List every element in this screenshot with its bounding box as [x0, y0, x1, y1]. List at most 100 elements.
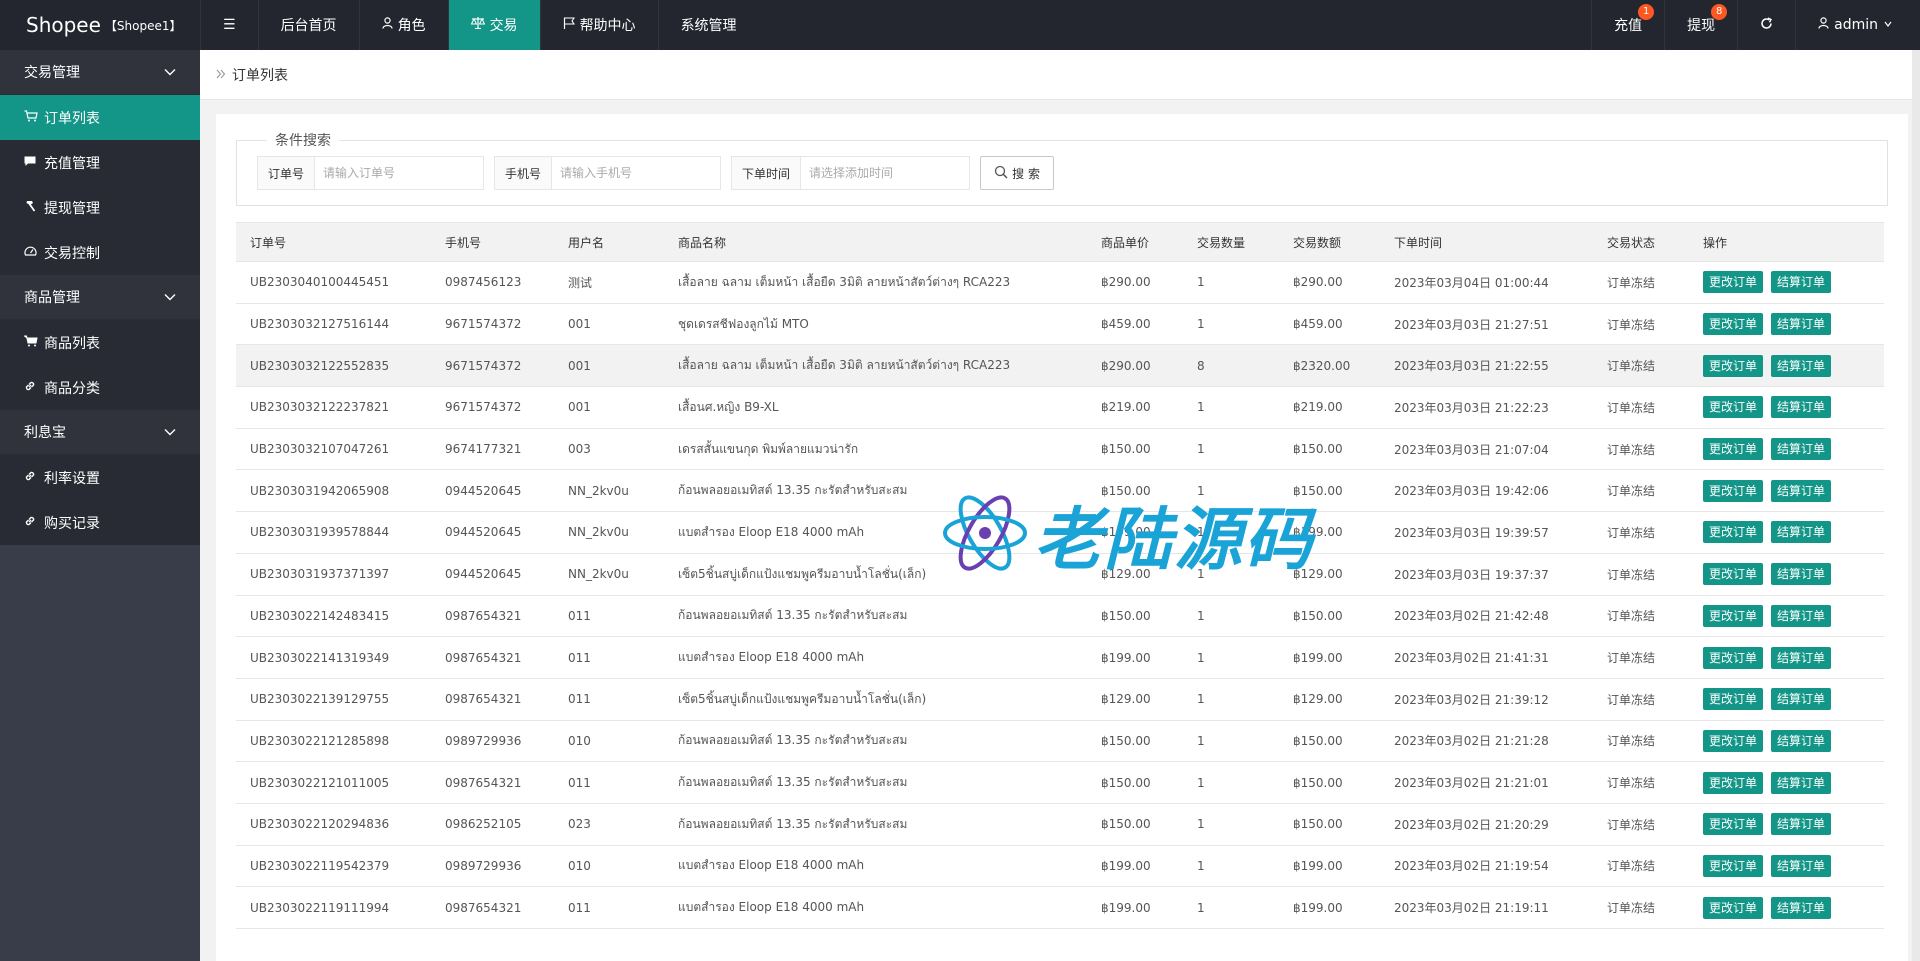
edit-order-button[interactable]: 更改订单 — [1703, 604, 1764, 627]
edit-order-button[interactable]: 更改订单 — [1703, 813, 1764, 836]
table-cell: UB2303022139129755 — [236, 678, 431, 721]
order-number-input[interactable] — [315, 157, 484, 189]
column-header: 交易数量 — [1183, 222, 1279, 262]
table-cell: 2023年03月02日 21:41:31 — [1380, 636, 1593, 679]
settle-order-button[interactable]: 结算订单 — [1771, 521, 1832, 544]
settle-order-button[interactable]: 结算订单 — [1771, 688, 1832, 711]
phone-input[interactable] — [552, 157, 721, 189]
actions-cell: 更改订单 结算订单 — [1689, 511, 1884, 554]
withdraw-link[interactable]: 提现 8 — [1664, 0, 1737, 50]
edit-order-button[interactable]: 更改订单 — [1703, 396, 1764, 419]
logo[interactable]: Shopee 【Shopee1】 — [0, 0, 200, 50]
table-cell: UB2303022142483415 — [236, 595, 431, 638]
sidebar-item-order-list[interactable]: 订单列表 — [0, 95, 200, 140]
nav-trade[interactable]: 交易 — [447, 0, 540, 50]
settle-order-button[interactable]: 结算订单 — [1771, 313, 1832, 336]
settle-order-button[interactable]: 结算订单 — [1771, 271, 1832, 294]
user-menu[interactable]: admin — [1795, 0, 1920, 50]
settle-order-button[interactable]: 结算订单 — [1771, 896, 1832, 919]
cart-icon — [23, 335, 40, 350]
edit-order-button[interactable]: 更改订单 — [1703, 854, 1764, 877]
table-cell: 0989729936 — [431, 720, 554, 763]
sidebar-item-withdraw[interactable]: 提现管理 — [0, 185, 200, 230]
nav-home[interactable]: 后台首页 — [257, 0, 359, 50]
edit-order-button[interactable]: 更改订单 — [1703, 354, 1764, 377]
table-cell: 9671574372 — [431, 303, 554, 346]
edit-order-button[interactable]: 更改订单 — [1703, 313, 1764, 336]
edit-order-button[interactable]: 更改订单 — [1703, 479, 1764, 502]
table-cell: 2023年03月03日 19:39:57 — [1380, 511, 1593, 554]
nav-trade-label: 交易 — [489, 18, 518, 34]
withdraw-label: 提现 — [1687, 18, 1716, 34]
settle-order-button[interactable]: 结算订单 — [1771, 354, 1832, 377]
chevron-down-icon — [164, 290, 176, 304]
table-row: UB2303032107047261 9674177321 003 เดรสสั้นแ… — [236, 428, 1884, 471]
edit-order-button[interactable]: 更改订单 — [1703, 896, 1764, 919]
table-cell: ก้อนพลอยอเมทิสต์ 13.35 กะรัตสำหรับสะสม — [664, 469, 1087, 513]
settle-order-button[interactable]: 结算订单 — [1771, 729, 1832, 752]
sidebar-item-product-list[interactable]: 商品列表 — [0, 320, 200, 365]
table-row: UB2303022120294836 0986252105 023 ก้อนพลอยอ… — [236, 803, 1884, 846]
edit-order-button[interactable]: 更改订单 — [1703, 646, 1764, 669]
table-cell: ฿150.00 — [1279, 428, 1380, 471]
sidebar-item-product-category[interactable]: 商品分类 — [0, 365, 200, 410]
settle-order-button[interactable]: 结算订单 — [1771, 438, 1832, 461]
edit-order-button[interactable]: 更改订单 — [1703, 729, 1764, 752]
edit-order-button[interactable]: 更改订单 — [1703, 271, 1764, 294]
table-cell: ฿150.00 — [1087, 428, 1183, 471]
table-row: UB2303022139129755 0987654321 011 เซ็ต5ชิ้น… — [236, 678, 1884, 721]
menu-toggle-button[interactable]: ☰ — [200, 0, 258, 50]
nav-system[interactable]: 系统管理 — [657, 0, 759, 50]
sidebar-group-product[interactable]: 商品管理 — [0, 275, 200, 320]
table-cell: 001 — [554, 344, 664, 388]
order-time-input[interactable] — [801, 157, 970, 189]
table-cell: 订单冻结 — [1593, 386, 1689, 429]
edit-order-button[interactable]: 更改订单 — [1703, 771, 1764, 794]
table-cell: ฿199.00 — [1279, 886, 1380, 929]
table-cell: 订单冻结 — [1593, 720, 1689, 763]
recharge-link[interactable]: 充值 1 — [1591, 0, 1664, 50]
settle-order-button[interactable]: 结算订单 — [1771, 396, 1832, 419]
sidebar-item-rate-settings[interactable]: 利率设置 — [0, 455, 200, 500]
table-cell: ฿199.00 — [1087, 636, 1183, 679]
table-cell: ฿219.00 — [1279, 386, 1380, 429]
edit-order-button[interactable]: 更改订单 — [1703, 563, 1764, 586]
edit-order-button[interactable]: 更改订单 — [1703, 521, 1764, 544]
table-cell: 订单冻结 — [1593, 595, 1689, 638]
search-button-label: 搜 索 — [1012, 166, 1040, 181]
settle-order-button[interactable]: 结算订单 — [1771, 646, 1832, 669]
actions-cell: 更改订单 结算订单 — [1689, 720, 1884, 763]
table-cell: 011 — [554, 595, 664, 638]
refresh-button[interactable] — [1737, 0, 1795, 50]
sidebar-item-recharge[interactable]: 充值管理 — [0, 140, 200, 185]
nav-role[interactable]: 角色 — [358, 0, 448, 50]
nav-help[interactable]: 帮助中心 — [539, 0, 658, 50]
sidebar-item-trade-control[interactable]: 交易控制 — [0, 230, 200, 275]
settle-order-button[interactable]: 结算订单 — [1771, 854, 1832, 877]
sidebar-group-trade[interactable]: 交易管理 — [0, 50, 200, 95]
table-cell: 1 — [1183, 636, 1279, 679]
edit-order-button[interactable]: 更改订单 — [1703, 688, 1764, 711]
order-time-field: 下单时间 — [731, 156, 971, 190]
table-cell: UB2303031937371397 — [236, 553, 431, 596]
column-header: 用户名 — [554, 222, 664, 262]
table-cell: 023 — [554, 803, 664, 846]
sidebar-group-interest[interactable]: 利息宝 — [0, 410, 200, 455]
settle-order-button[interactable]: 结算订单 — [1771, 604, 1832, 627]
edit-order-button[interactable]: 更改订单 — [1703, 438, 1764, 461]
settle-order-button[interactable]: 结算订单 — [1771, 813, 1832, 836]
settle-order-button[interactable]: 结算订单 — [1771, 771, 1832, 794]
table-cell: UB2303040100445451 — [236, 261, 431, 304]
sidebar-item-purchase-records[interactable]: 购买记录 — [0, 500, 200, 545]
settle-order-button[interactable]: 结算订单 — [1771, 479, 1832, 502]
settle-order-button[interactable]: 结算订单 — [1771, 563, 1832, 586]
table-cell: ฿459.00 — [1279, 303, 1380, 346]
table-cell: 订单冻结 — [1593, 636, 1689, 679]
column-header: 下单时间 — [1380, 222, 1593, 262]
page-scrollbar[interactable] — [1912, 50, 1920, 961]
table-cell: 订单冻结 — [1593, 678, 1689, 721]
table-cell: เดรสสั้นแขนกุด พิมพ์ลายแมวน่ารัก — [664, 428, 1087, 471]
table-cell: 订单冻结 — [1593, 886, 1689, 929]
table-cell: NN_2kv0u — [554, 553, 664, 596]
search-button[interactable]: 搜 索 — [980, 156, 1055, 190]
